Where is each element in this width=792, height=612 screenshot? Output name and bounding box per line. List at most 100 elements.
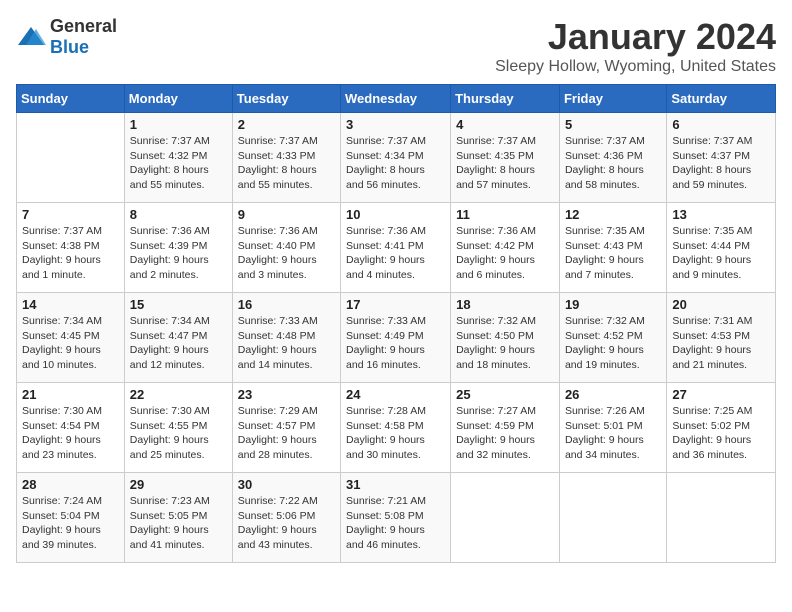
calendar-cell: 10 Sunrise: 7:36 AMSunset: 4:41 PMDayligh… [341, 203, 451, 293]
day-info: Sunrise: 7:35 AMSunset: 4:43 PMDaylight:… [565, 224, 661, 283]
day-info: Sunrise: 7:25 AMSunset: 5:02 PMDaylight:… [672, 404, 770, 463]
calendar-cell: 5 Sunrise: 7:37 AMSunset: 4:36 PMDaylight… [559, 113, 666, 203]
calendar-cell: 31Sunrise: 7:21 AMSunset: 5:08 PMDayligh… [341, 473, 451, 563]
day-info: Sunrise: 7:28 AMSunset: 4:58 PMDaylight:… [346, 404, 445, 463]
calendar-week-row: 7 Sunrise: 7:37 AMSunset: 4:38 PMDaylight… [17, 203, 776, 293]
calendar-cell: 7 Sunrise: 7:37 AMSunset: 4:38 PMDaylight… [17, 203, 125, 293]
calendar-table: SundayMondayTuesdayWednesdayThursdayFrid… [16, 84, 776, 563]
calendar-cell: 15 Sunrise: 7:34 AMSunset: 4:47 PMDayligh… [124, 293, 232, 383]
day-info: Sunrise: 7:33 AMSunset: 4:49 PMDaylight:… [346, 314, 445, 373]
day-number: 12 [565, 207, 661, 222]
day-number: 16 [238, 297, 335, 312]
logo: General Blue [16, 16, 117, 58]
calendar-cell: 18 Sunrise: 7:32 AMSunset: 4:50 PMDayligh… [451, 293, 560, 383]
calendar-cell: 8 Sunrise: 7:36 AMSunset: 4:39 PMDaylight… [124, 203, 232, 293]
day-header: Friday [559, 85, 666, 113]
calendar-week-row: 1 Sunrise: 7:37 AMSunset: 4:32 PMDaylight… [17, 113, 776, 203]
day-number: 28 [22, 477, 119, 492]
day-number: 24 [346, 387, 445, 402]
day-number: 29 [130, 477, 227, 492]
calendar-header-row: SundayMondayTuesdayWednesdayThursdayFrid… [17, 85, 776, 113]
day-number: 6 [672, 117, 770, 132]
calendar-week-row: 14 Sunrise: 7:34 AMSunset: 4:45 PMDayligh… [17, 293, 776, 383]
day-info: Sunrise: 7:34 AMSunset: 4:47 PMDaylight:… [130, 314, 227, 373]
day-info: Sunrise: 7:27 AMSunset: 4:59 PMDaylight:… [456, 404, 554, 463]
day-info: Sunrise: 7:30 AMSunset: 4:55 PMDaylight:… [130, 404, 227, 463]
logo-general: General [50, 16, 117, 36]
day-number: 9 [238, 207, 335, 222]
day-info: Sunrise: 7:21 AMSunset: 5:08 PMDaylight:… [346, 494, 445, 553]
day-info: Sunrise: 7:32 AMSunset: 4:50 PMDaylight:… [456, 314, 554, 373]
calendar-cell: 27 Sunrise: 7:25 AMSunset: 5:02 PMDayligh… [667, 383, 776, 473]
day-info: Sunrise: 7:37 AMSunset: 4:34 PMDaylight:… [346, 134, 445, 193]
day-number: 23 [238, 387, 335, 402]
day-number: 7 [22, 207, 119, 222]
day-header: Sunday [17, 85, 125, 113]
calendar-cell: 19 Sunrise: 7:32 AMSunset: 4:52 PMDayligh… [559, 293, 666, 383]
day-info: Sunrise: 7:34 AMSunset: 4:45 PMDaylight:… [22, 314, 119, 373]
day-info: Sunrise: 7:37 AMSunset: 4:38 PMDaylight:… [22, 224, 119, 283]
day-info: Sunrise: 7:37 AMSunset: 4:32 PMDaylight:… [130, 134, 227, 193]
day-number: 15 [130, 297, 227, 312]
calendar-week-row: 21Sunrise: 7:30 AMSunset: 4:54 PMDayligh… [17, 383, 776, 473]
day-info: Sunrise: 7:37 AMSunset: 4:35 PMDaylight:… [456, 134, 554, 193]
day-info: Sunrise: 7:36 AMSunset: 4:39 PMDaylight:… [130, 224, 227, 283]
day-header: Monday [124, 85, 232, 113]
day-header: Wednesday [341, 85, 451, 113]
day-info: Sunrise: 7:36 AMSunset: 4:42 PMDaylight:… [456, 224, 554, 283]
day-info: Sunrise: 7:29 AMSunset: 4:57 PMDaylight:… [238, 404, 335, 463]
calendar-cell: 1 Sunrise: 7:37 AMSunset: 4:32 PMDaylight… [124, 113, 232, 203]
day-info: Sunrise: 7:24 AMSunset: 5:04 PMDaylight:… [22, 494, 119, 553]
day-info: Sunrise: 7:31 AMSunset: 4:53 PMDaylight:… [672, 314, 770, 373]
day-info: Sunrise: 7:22 AMSunset: 5:06 PMDaylight:… [238, 494, 335, 553]
calendar-cell: 6 Sunrise: 7:37 AMSunset: 4:37 PMDaylight… [667, 113, 776, 203]
day-info: Sunrise: 7:23 AMSunset: 5:05 PMDaylight:… [130, 494, 227, 553]
calendar-cell: 11Sunrise: 7:36 AMSunset: 4:42 PMDayligh… [451, 203, 560, 293]
day-info: Sunrise: 7:26 AMSunset: 5:01 PMDaylight:… [565, 404, 661, 463]
calendar-cell: 14 Sunrise: 7:34 AMSunset: 4:45 PMDayligh… [17, 293, 125, 383]
page-header: General Blue January 2024 Sleepy Hollow,… [16, 16, 776, 76]
calendar-cell [559, 473, 666, 563]
day-header: Saturday [667, 85, 776, 113]
day-number: 25 [456, 387, 554, 402]
day-info: Sunrise: 7:37 AMSunset: 4:36 PMDaylight:… [565, 134, 661, 193]
day-number: 18 [456, 297, 554, 312]
day-info: Sunrise: 7:33 AMSunset: 4:48 PMDaylight:… [238, 314, 335, 373]
calendar-cell: 2Sunrise: 7:37 AMSunset: 4:33 PMDaylight… [232, 113, 340, 203]
day-info: Sunrise: 7:37 AMSunset: 4:33 PMDaylight:… [238, 134, 335, 193]
day-number: 3 [346, 117, 445, 132]
day-number: 13 [672, 207, 770, 222]
calendar-cell: 4 Sunrise: 7:37 AMSunset: 4:35 PMDaylight… [451, 113, 560, 203]
calendar-cell: 16 Sunrise: 7:33 AMSunset: 4:48 PMDayligh… [232, 293, 340, 383]
logo-icon [16, 25, 46, 49]
calendar-cell: 23 Sunrise: 7:29 AMSunset: 4:57 PMDayligh… [232, 383, 340, 473]
day-number: 27 [672, 387, 770, 402]
calendar-cell: 22Sunrise: 7:30 AMSunset: 4:55 PMDayligh… [124, 383, 232, 473]
day-number: 14 [22, 297, 119, 312]
calendar-cell: 28 Sunrise: 7:24 AMSunset: 5:04 PMDayligh… [17, 473, 125, 563]
day-info: Sunrise: 7:37 AMSunset: 4:37 PMDaylight:… [672, 134, 770, 193]
calendar-cell: 17Sunrise: 7:33 AMSunset: 4:49 PMDayligh… [341, 293, 451, 383]
logo-text: General Blue [50, 16, 117, 58]
day-number: 4 [456, 117, 554, 132]
calendar-cell: 3 Sunrise: 7:37 AMSunset: 4:34 PMDaylight… [341, 113, 451, 203]
day-number: 30 [238, 477, 335, 492]
day-number: 5 [565, 117, 661, 132]
day-number: 26 [565, 387, 661, 402]
calendar-cell [667, 473, 776, 563]
title-area: January 2024 Sleepy Hollow, Wyoming, Uni… [495, 16, 776, 76]
calendar-cell [451, 473, 560, 563]
day-number: 8 [130, 207, 227, 222]
calendar-cell: 12 Sunrise: 7:35 AMSunset: 4:43 PMDayligh… [559, 203, 666, 293]
day-number: 20 [672, 297, 770, 312]
calendar-cell: 21Sunrise: 7:30 AMSunset: 4:54 PMDayligh… [17, 383, 125, 473]
day-number: 1 [130, 117, 227, 132]
day-info: Sunrise: 7:32 AMSunset: 4:52 PMDaylight:… [565, 314, 661, 373]
calendar-cell: 26 Sunrise: 7:26 AMSunset: 5:01 PMDayligh… [559, 383, 666, 473]
calendar-week-row: 28 Sunrise: 7:24 AMSunset: 5:04 PMDayligh… [17, 473, 776, 563]
day-number: 10 [346, 207, 445, 222]
calendar-cell [17, 113, 125, 203]
calendar-cell: 29 Sunrise: 7:23 AMSunset: 5:05 PMDayligh… [124, 473, 232, 563]
day-number: 19 [565, 297, 661, 312]
day-info: Sunrise: 7:36 AMSunset: 4:41 PMDaylight:… [346, 224, 445, 283]
